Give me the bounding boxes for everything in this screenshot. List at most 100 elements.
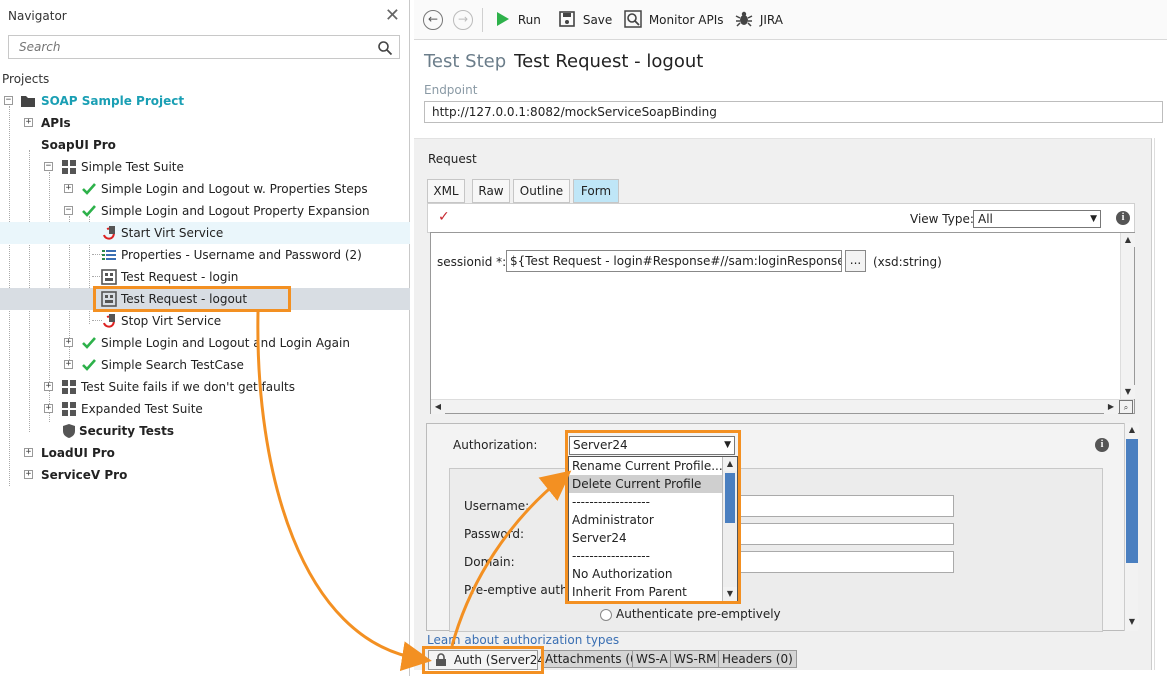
expand-toggle[interactable]: + [44,382,53,391]
main-toolbar: ← → Run Save Monitor APIs JIRA [414,0,1167,40]
scroll-thumb[interactable] [725,473,735,523]
expand-toggle[interactable]: + [64,338,73,347]
info-icon[interactable]: i [1095,438,1109,452]
dropdown-item-no-authorization[interactable]: No Authorization [569,565,722,583]
tree-item-testcase[interactable]: + Simple Search TestCase [0,354,410,376]
dropdown-scrollbar[interactable]: ▲ ▼ [722,457,737,601]
scroll-left-icon[interactable]: ◀ [431,400,445,414]
domain-input[interactable] [736,551,954,573]
expand-toggle[interactable]: + [24,448,33,457]
tree-item-label: Test Suite fails if we don't get faults [81,380,295,394]
run-button[interactable]: Run [494,9,541,31]
dropdown-item-rename[interactable]: Rename Current Profile... [569,457,723,475]
scroll-down-icon[interactable]: ▼ [1125,615,1139,629]
tree-item-test-suite[interactable]: + Test Suite fails if we don't get fault… [0,376,410,398]
endpoint-field[interactable]: http://127.0.0.1:8082/mockServiceSoapBin… [424,101,1163,123]
collapse-toggle[interactable]: − [64,206,73,215]
view-type-value: All [978,212,993,226]
browse-button[interactable]: ... [845,250,866,272]
tree-item-testcase[interactable]: + Simple Login and Logout and Login Agai… [0,332,410,354]
form-area: sessionid *: ${Test Request - login#Resp… [430,232,1135,414]
run-label: Run [517,13,541,27]
zoom-icon[interactable]: ⌕ [1119,400,1133,414]
tree-item-properties[interactable]: Properties - Username and Password (2) [0,244,410,266]
tab-ws-rm[interactable]: WS-RM [670,650,721,668]
back-icon[interactable]: ← [423,10,443,30]
collapse-toggle[interactable]: − [4,96,13,105]
learn-auth-link[interactable]: Learn about authorization types [427,633,619,647]
tab-attachments[interactable]: Attachments (0) [541,650,647,668]
tree-item-apis[interactable]: + APIs [0,112,410,134]
tree-item-testcase[interactable]: − Simple Login and Logout Property Expan… [0,200,410,222]
tree-item-loadui-pro[interactable]: + LoadUI Pro [0,442,410,464]
save-icon [559,11,575,27]
tree-item-start-virt-service[interactable]: Start Virt Service [0,222,410,244]
tab-ws-a[interactable]: WS-A [632,650,672,668]
monitor-apis-button[interactable]: Monitor APIs [624,9,724,31]
form-hscrollbar[interactable]: ◀ ▶ ⌕ [431,399,1134,414]
scroll-down-icon[interactable]: ▼ [1121,385,1135,399]
tree-item-label: Properties - Username and Password (2) [121,248,362,262]
close-icon[interactable]: ✕ [385,5,400,26]
dropdown-item-inherit[interactable]: Inherit From Parent [569,583,722,601]
expand-toggle[interactable]: + [24,118,33,127]
expand-toggle[interactable]: + [64,360,73,369]
tree-item-test-request-login[interactable]: Test Request - login [0,266,410,288]
save-button[interactable]: Save [559,9,612,31]
tree-item-testcase[interactable]: + Simple Login and Logout w. Properties … [0,178,410,200]
forward-icon[interactable]: → [453,10,473,30]
tree-item-servicev-pro[interactable]: + ServiceV Pro [0,464,410,486]
check-icon [82,359,96,371]
tab-form[interactable]: Form [573,179,619,203]
credentials-box: Username: Password: Domain: Pre-emptive … [449,468,1103,632]
dropdown-item-server24[interactable]: Server24 [569,529,722,547]
dropdown-item-delete[interactable]: Delete Current Profile [569,475,722,493]
navigator-title: Navigator [8,9,67,23]
username-input[interactable] [736,495,954,517]
scroll-thumb[interactable] [1126,439,1138,563]
tree-item-label: LoadUI Pro [41,446,115,460]
search-icon[interactable] [377,40,393,56]
tree-item-test-suite[interactable]: + Expanded Test Suite [0,398,410,420]
outer-scrollbar[interactable] [1154,138,1167,670]
tree-item-security-tests[interactable]: Security Tests [0,420,410,442]
tab-auth[interactable]: Auth (Server24) [428,650,550,670]
dropdown-item-administrator[interactable]: Administrator [569,511,722,529]
sessionid-input[interactable]: ${Test Request - login#Response#//sam:lo… [506,250,842,272]
form-vscrollbar[interactable]: ▲ ▼ [1120,233,1135,399]
collapse-toggle[interactable]: − [44,162,53,171]
tree-item-soap-sample-project[interactable]: − SOAP Sample Project [0,90,410,112]
authorization-dropdown: Rename Current Profile... Delete Current… [568,456,738,602]
tab-xml[interactable]: XML [427,179,465,203]
request-editor: Request XML Raw Outline Form ✓ View Type… [414,138,1152,670]
scroll-down-icon[interactable]: ▼ [723,587,737,601]
auth-scrollbar[interactable]: ▲ ▼ [1124,423,1139,631]
scroll-up-icon[interactable]: ▲ [1125,423,1139,437]
expand-toggle[interactable]: + [44,404,53,413]
expand-toggle[interactable]: + [64,184,73,193]
expand-toggle[interactable]: + [24,470,33,479]
tree-item-test-request-logout[interactable]: Test Request - logout [0,288,410,310]
tree-item-simple-test-suite[interactable]: − Simple Test Suite [0,156,410,178]
scroll-right-icon[interactable]: ▶ [1104,400,1118,414]
jira-button[interactable]: JIRA [735,9,783,31]
scroll-up-icon[interactable]: ▲ [723,457,737,471]
validate-icon[interactable]: ✓ [438,209,450,225]
properties-icon [102,250,116,260]
scroll-up-icon[interactable]: ▲ [1121,233,1135,247]
tree-item-soapui-pro[interactable]: SoapUI Pro [0,134,410,156]
view-type-select[interactable]: All ▼ [973,210,1101,228]
password-label: Password: [464,527,525,541]
info-icon[interactable]: i [1116,211,1130,225]
search-input[interactable] [9,36,369,58]
tab-raw[interactable]: Raw [472,179,510,203]
password-input[interactable] [736,523,954,545]
domain-label: Domain: [464,555,515,569]
preemptive-radio[interactable] [600,609,612,621]
tab-headers[interactable]: Headers (0) [718,650,797,668]
tree-item-stop-virt-service[interactable]: Stop Virt Service [0,310,410,332]
virt-stop-icon [103,314,115,328]
tab-outline[interactable]: Outline [513,179,570,203]
bug-icon [735,11,753,27]
authorization-select[interactable]: Server24 ▼ [569,436,735,455]
